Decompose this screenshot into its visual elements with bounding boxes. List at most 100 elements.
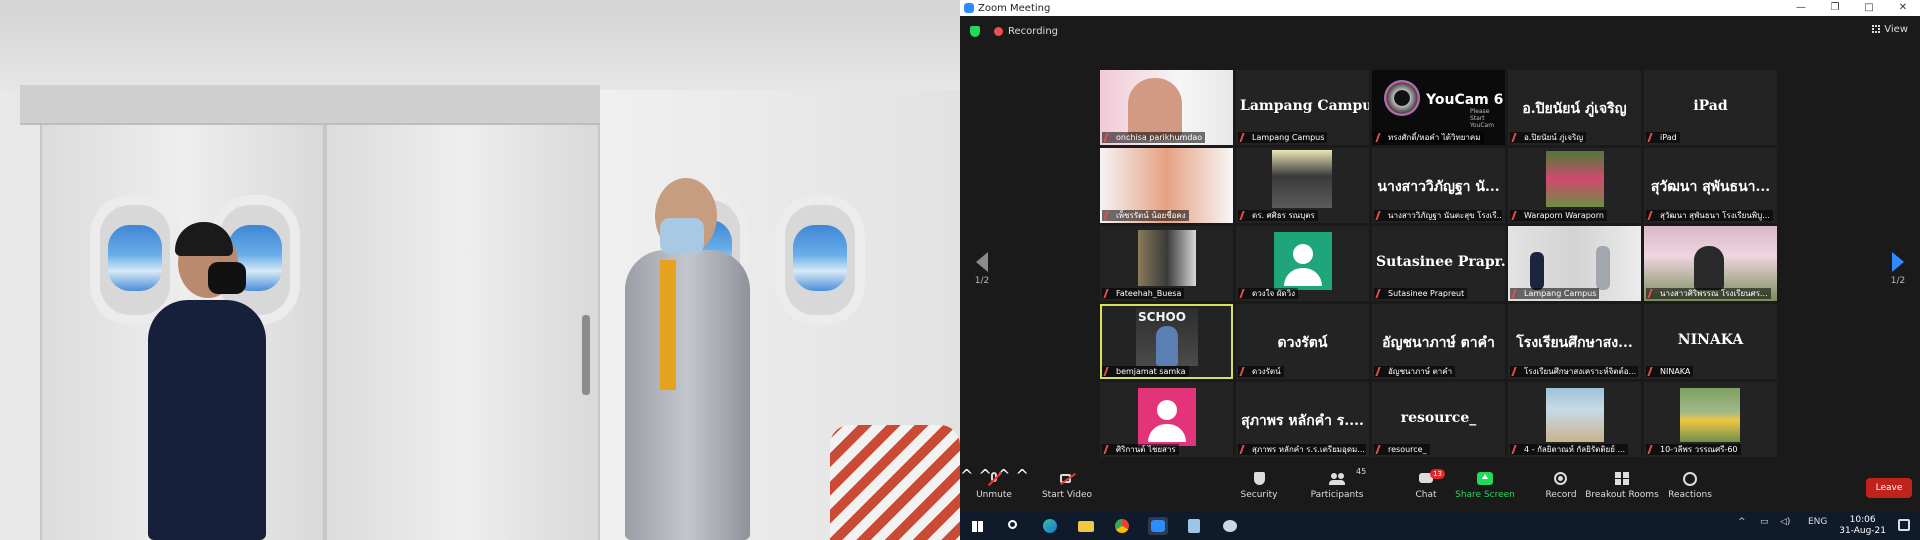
participant-tile[interactable]: Waraporn Waraporn [1508,148,1641,223]
security-shield-icon[interactable] [970,26,980,37]
participant-name: ดวงใจ ผัดวิง [1238,288,1299,299]
participant-tile[interactable]: อ.ปิยนัยน์ ภู่เจริญ อ.ปิยนัยน์ ภู่เจริญ [1508,70,1641,145]
participant-name: Waraporn Waraporn [1510,210,1607,221]
participant-name: iPad [1646,132,1680,143]
participant-tile[interactable]: เพ็ชรรัตน์ น้อยชื่อคง [1100,148,1233,223]
participant-tile[interactable]: ดวงรัตน์ ดวงรัตน์ [1236,304,1369,379]
edge-browser-icon[interactable] [1040,517,1060,535]
participant-tile[interactable]: โรงเรียนศึกษาสง... โรงเรียนศึกษาสงเคราะห… [1508,304,1641,379]
windows-start-icon[interactable] [968,517,988,535]
start-video-button[interactable]: Start Video [1040,472,1094,500]
participant-tile[interactable]: นางสาวศิริพรรณ โรงเรียนศร... [1644,226,1777,301]
mic-muted-icon [1103,289,1114,298]
audio-options-caret-icon[interactable]: ^ [960,466,973,485]
participant-tile[interactable]: YouCam 6 Please Start YouCam ทรงศักดิ์/หอ… [1372,70,1505,145]
youcam-brand: YouCam 6 Please Start YouCam [1426,92,1505,129]
security-button[interactable]: Security [1238,472,1280,500]
share-screen-label: Share Screen [1455,490,1515,500]
participant-name: Sutasinee Prapreut [1374,288,1468,299]
restore-icon[interactable]: ❐ [1818,0,1852,16]
chat-label: Chat [1415,490,1437,500]
notes-app-icon[interactable] [1184,517,1204,535]
participant-tile[interactable]: อัญชนาภาษ์ ตาคำ อัญชนาภาษ์ ตาคำ [1372,304,1505,379]
participant-tile[interactable]: ดวงใจ ผัดวิง [1236,226,1369,301]
participant-tile[interactable]: Sutasinee Prapr... Sutasinee Prapreut [1372,226,1505,301]
share-options-caret-icon[interactable]: ^ [1016,466,1029,485]
participant-name-text: สุวัฒนา สุพันธนา โรงเรียนพิบู... [1660,211,1770,220]
participant-figure [1156,326,1178,366]
participant-name: bemjamat samka [1102,366,1189,377]
participant-tile[interactable]: Fateehah_Buesa [1100,226,1233,301]
participant-display-name: ดวงรัตน์ [1277,335,1328,351]
participant-tile[interactable]: สุวัฒนา สุพันธนา... สุวัฒนา สุพันธนา โรง… [1644,148,1777,223]
participant-display-name: อัญชนาภาษ์ ตาคำ [1382,335,1495,351]
youcam-logo-icon [1384,80,1420,116]
next-page-button[interactable]: 1/2 [1888,252,1908,286]
participant-name: Lampang Campus [1238,132,1328,143]
participant-name-text: โรงเรียนศึกษาสงเคราะห์จิตต์อ... [1524,367,1637,376]
participant-tile[interactable]: NINAKA NINAKA [1644,304,1777,379]
mic-muted-icon [1511,289,1522,298]
search-icon[interactable] [1004,517,1024,535]
system-clock[interactable]: 10:06 31-Aug-21 [1839,515,1886,537]
person-man [625,250,750,540]
close-icon[interactable]: ✕ [1886,0,1920,16]
participant-tile[interactable]: Lampang Campus [1508,226,1641,301]
tray-overflow-icon[interactable]: ^ [1738,517,1746,527]
participant-name: นางสาวศิริพรรณ โรงเรียนศร... [1646,288,1771,299]
participant-tile[interactable]: สุภาพร หลักคำ ร.... สุภาพร หลักคำ ร.ร.เต… [1236,382,1369,457]
participant-figure [1530,252,1544,290]
leave-button[interactable]: Leave [1866,478,1912,498]
chat-button[interactable]: 13 Chat [1410,469,1445,500]
zoom-taskbar-icon[interactable] [1148,517,1168,535]
share-screen-button[interactable]: Share Screen [1452,472,1518,500]
shield-icon [1251,472,1267,486]
participant-tile[interactable]: resource_ resource_ [1372,382,1505,457]
participants-count: 45 [1356,467,1367,476]
person-man-tie [660,260,676,390]
grid-view-icon [1872,25,1881,33]
previous-page-button[interactable]: 1/2 [972,252,992,286]
file-explorer-icon[interactable] [1076,517,1096,535]
minimize-icon[interactable]: — [1784,0,1818,16]
participant-tile[interactable]: ดร. ศศิธร รณบุตร [1236,148,1369,223]
volume-icon[interactable]: ◁) [1780,517,1790,527]
participant-tile[interactable]: onchisa parikhumdao [1100,70,1233,145]
notifications-icon[interactable] [1898,519,1910,531]
participant-tile[interactable]: iPad iPad [1644,70,1777,145]
mic-muted-icon [1375,133,1386,142]
clock-date: 31-Aug-21 [1839,526,1886,536]
mic-muted-icon [1239,211,1250,220]
participant-tile-active-speaker[interactable]: SCHOO bemjamat samka [1100,304,1233,379]
mic-muted-icon [1375,367,1386,376]
record-button[interactable]: Record [1544,472,1578,500]
participant-display-name: resource_ [1400,410,1477,426]
chrome-icon[interactable] [1112,517,1132,535]
keyboard-language[interactable]: ENG [1808,517,1827,527]
participant-name: 4 - กัลยิตาณห์ กัลยิรัตติยย์ ... [1510,444,1629,455]
person-woman-mask [208,262,246,294]
unmute-button[interactable]: Unmute [976,471,1012,500]
participants-button[interactable]: Participants [1308,472,1366,500]
participant-name-text: resource_ [1388,445,1427,454]
participant-name: อ.ปิยนัยน์ ภู่เจริญ [1510,132,1587,143]
participant-tile[interactable]: 10-วลีพร วรรณศรี-60 [1644,382,1777,457]
cabin-beam [20,85,600,125]
mic-off-icon [986,471,1003,487]
breakout-rooms-button[interactable]: Breakout Rooms [1584,472,1660,500]
cabin-seat [830,425,960,540]
network-icon[interactable]: ▭ [1760,517,1769,527]
participant-display-name: อ.ปิยนัยน์ ภู่เจริญ [1522,101,1627,117]
participant-tile[interactable]: 4 - กัลยิตาณห์ กัลยิรัตติยย์ ... [1508,382,1641,457]
maximize-icon[interactable]: □ [1852,0,1886,16]
reactions-button[interactable]: Reactions [1668,472,1712,500]
participant-tile[interactable]: Lampang Campus Lampang Campus [1236,70,1369,145]
participant-name-text: NINAKA [1660,367,1691,376]
participant-name: ดวงรัตน์ [1238,366,1284,377]
participant-tile[interactable]: นางสาววิภัญฐา นั... นางสาววิภัญฐา นันตะส… [1372,148,1505,223]
participant-name-text: นางสาวศิริพรรณ โรงเรียนศร... [1660,289,1768,298]
tools-app-icon[interactable] [1220,517,1240,535]
meeting-toolbar: Unmute ^ Start Video ^ Security Particip… [960,466,1920,512]
view-button[interactable]: View [1872,24,1908,35]
participant-tile[interactable]: ศิริกานต์ ไชยสาร [1100,382,1233,457]
